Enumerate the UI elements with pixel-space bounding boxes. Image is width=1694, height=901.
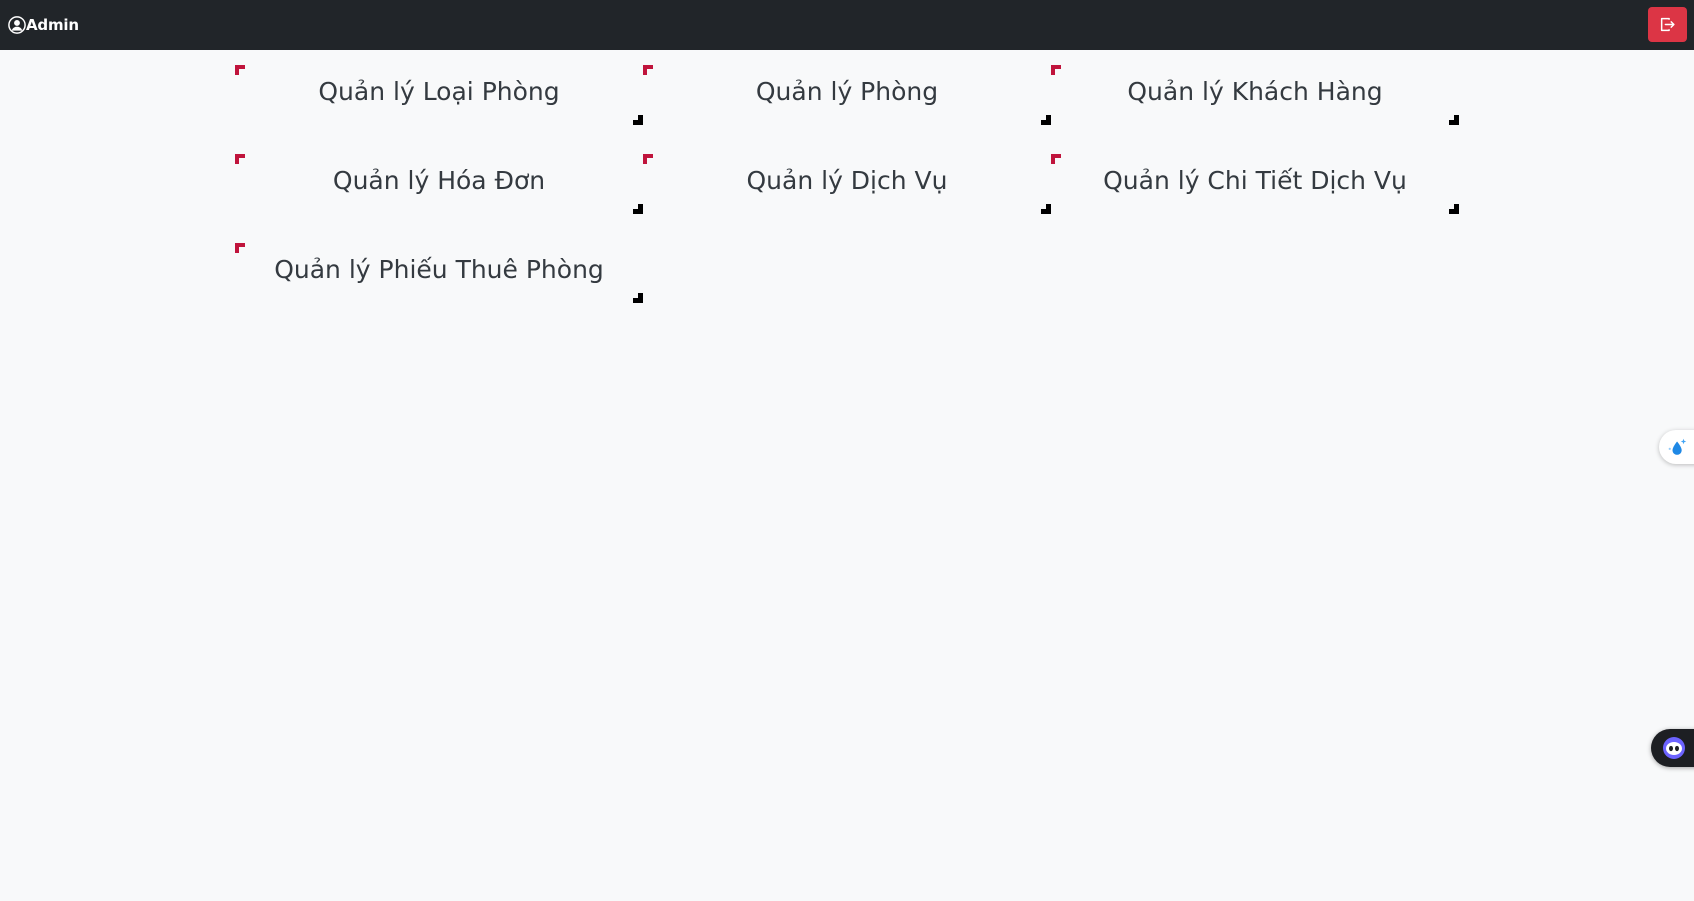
menu-card-dich-vu[interactable]: Quản lý Dịch Vụ xyxy=(643,154,1051,214)
corner-bottom-right-decoration xyxy=(633,204,643,214)
user-circle-icon xyxy=(8,16,26,34)
menu-card-hoa-don[interactable]: Quản lý Hóa Đơn xyxy=(235,154,643,214)
menu-card-label: Quản lý Loại Phòng xyxy=(318,77,560,106)
chat-assistant-widget[interactable] xyxy=(1651,729,1694,767)
corner-bottom-right-decoration xyxy=(633,115,643,125)
top-navbar: Admin xyxy=(0,0,1694,50)
corner-top-left-decoration xyxy=(1051,154,1061,164)
corner-bottom-right-decoration xyxy=(1041,115,1051,125)
extension-side-widget[interactable] xyxy=(1659,430,1694,464)
corner-top-left-decoration xyxy=(235,243,245,253)
chat-bot-icon xyxy=(1663,737,1685,759)
corner-bottom-right-decoration xyxy=(1449,204,1459,214)
menu-card-phieu-thue-phong[interactable]: Quản lý Phiếu Thuê Phòng xyxy=(235,243,643,303)
menu-card-label: Quản lý Chi Tiết Dịch Vụ xyxy=(1103,166,1407,195)
sparkle-drop-icon xyxy=(1668,438,1687,455)
menu-card-label: Quản lý Dịch Vụ xyxy=(746,166,948,195)
corner-bottom-right-decoration xyxy=(633,293,643,303)
corner-bottom-right-decoration xyxy=(1449,115,1459,125)
menu-card-label: Quản lý Hóa Đơn xyxy=(332,166,546,195)
corner-top-left-decoration xyxy=(1051,65,1061,75)
menu-card-phong[interactable]: Quản lý Phòng xyxy=(643,65,1051,125)
logout-button[interactable] xyxy=(1648,7,1687,42)
menu-card-label: Quản lý Phòng xyxy=(755,77,939,106)
menu-card-loai-phong[interactable]: Quản lý Loại Phòng xyxy=(235,65,643,125)
corner-top-left-decoration xyxy=(235,65,245,75)
corner-top-left-decoration xyxy=(643,154,653,164)
admin-user-link[interactable]: Admin xyxy=(8,14,79,36)
corner-top-left-decoration xyxy=(643,65,653,75)
menu-card-chi-tiet-dich-vu[interactable]: Quản lý Chi Tiết Dịch Vụ xyxy=(1051,154,1459,214)
admin-label: Admin xyxy=(26,16,79,34)
menu-card-label: Quản lý Khách Hàng xyxy=(1127,77,1383,106)
logout-icon xyxy=(1660,17,1675,32)
menu-card-label: Quản lý Phiếu Thuê Phòng xyxy=(274,255,604,284)
menu-card-khach-hang[interactable]: Quản lý Khách Hàng xyxy=(1051,65,1459,125)
corner-bottom-right-decoration xyxy=(1041,204,1051,214)
corner-top-left-decoration xyxy=(235,154,245,164)
